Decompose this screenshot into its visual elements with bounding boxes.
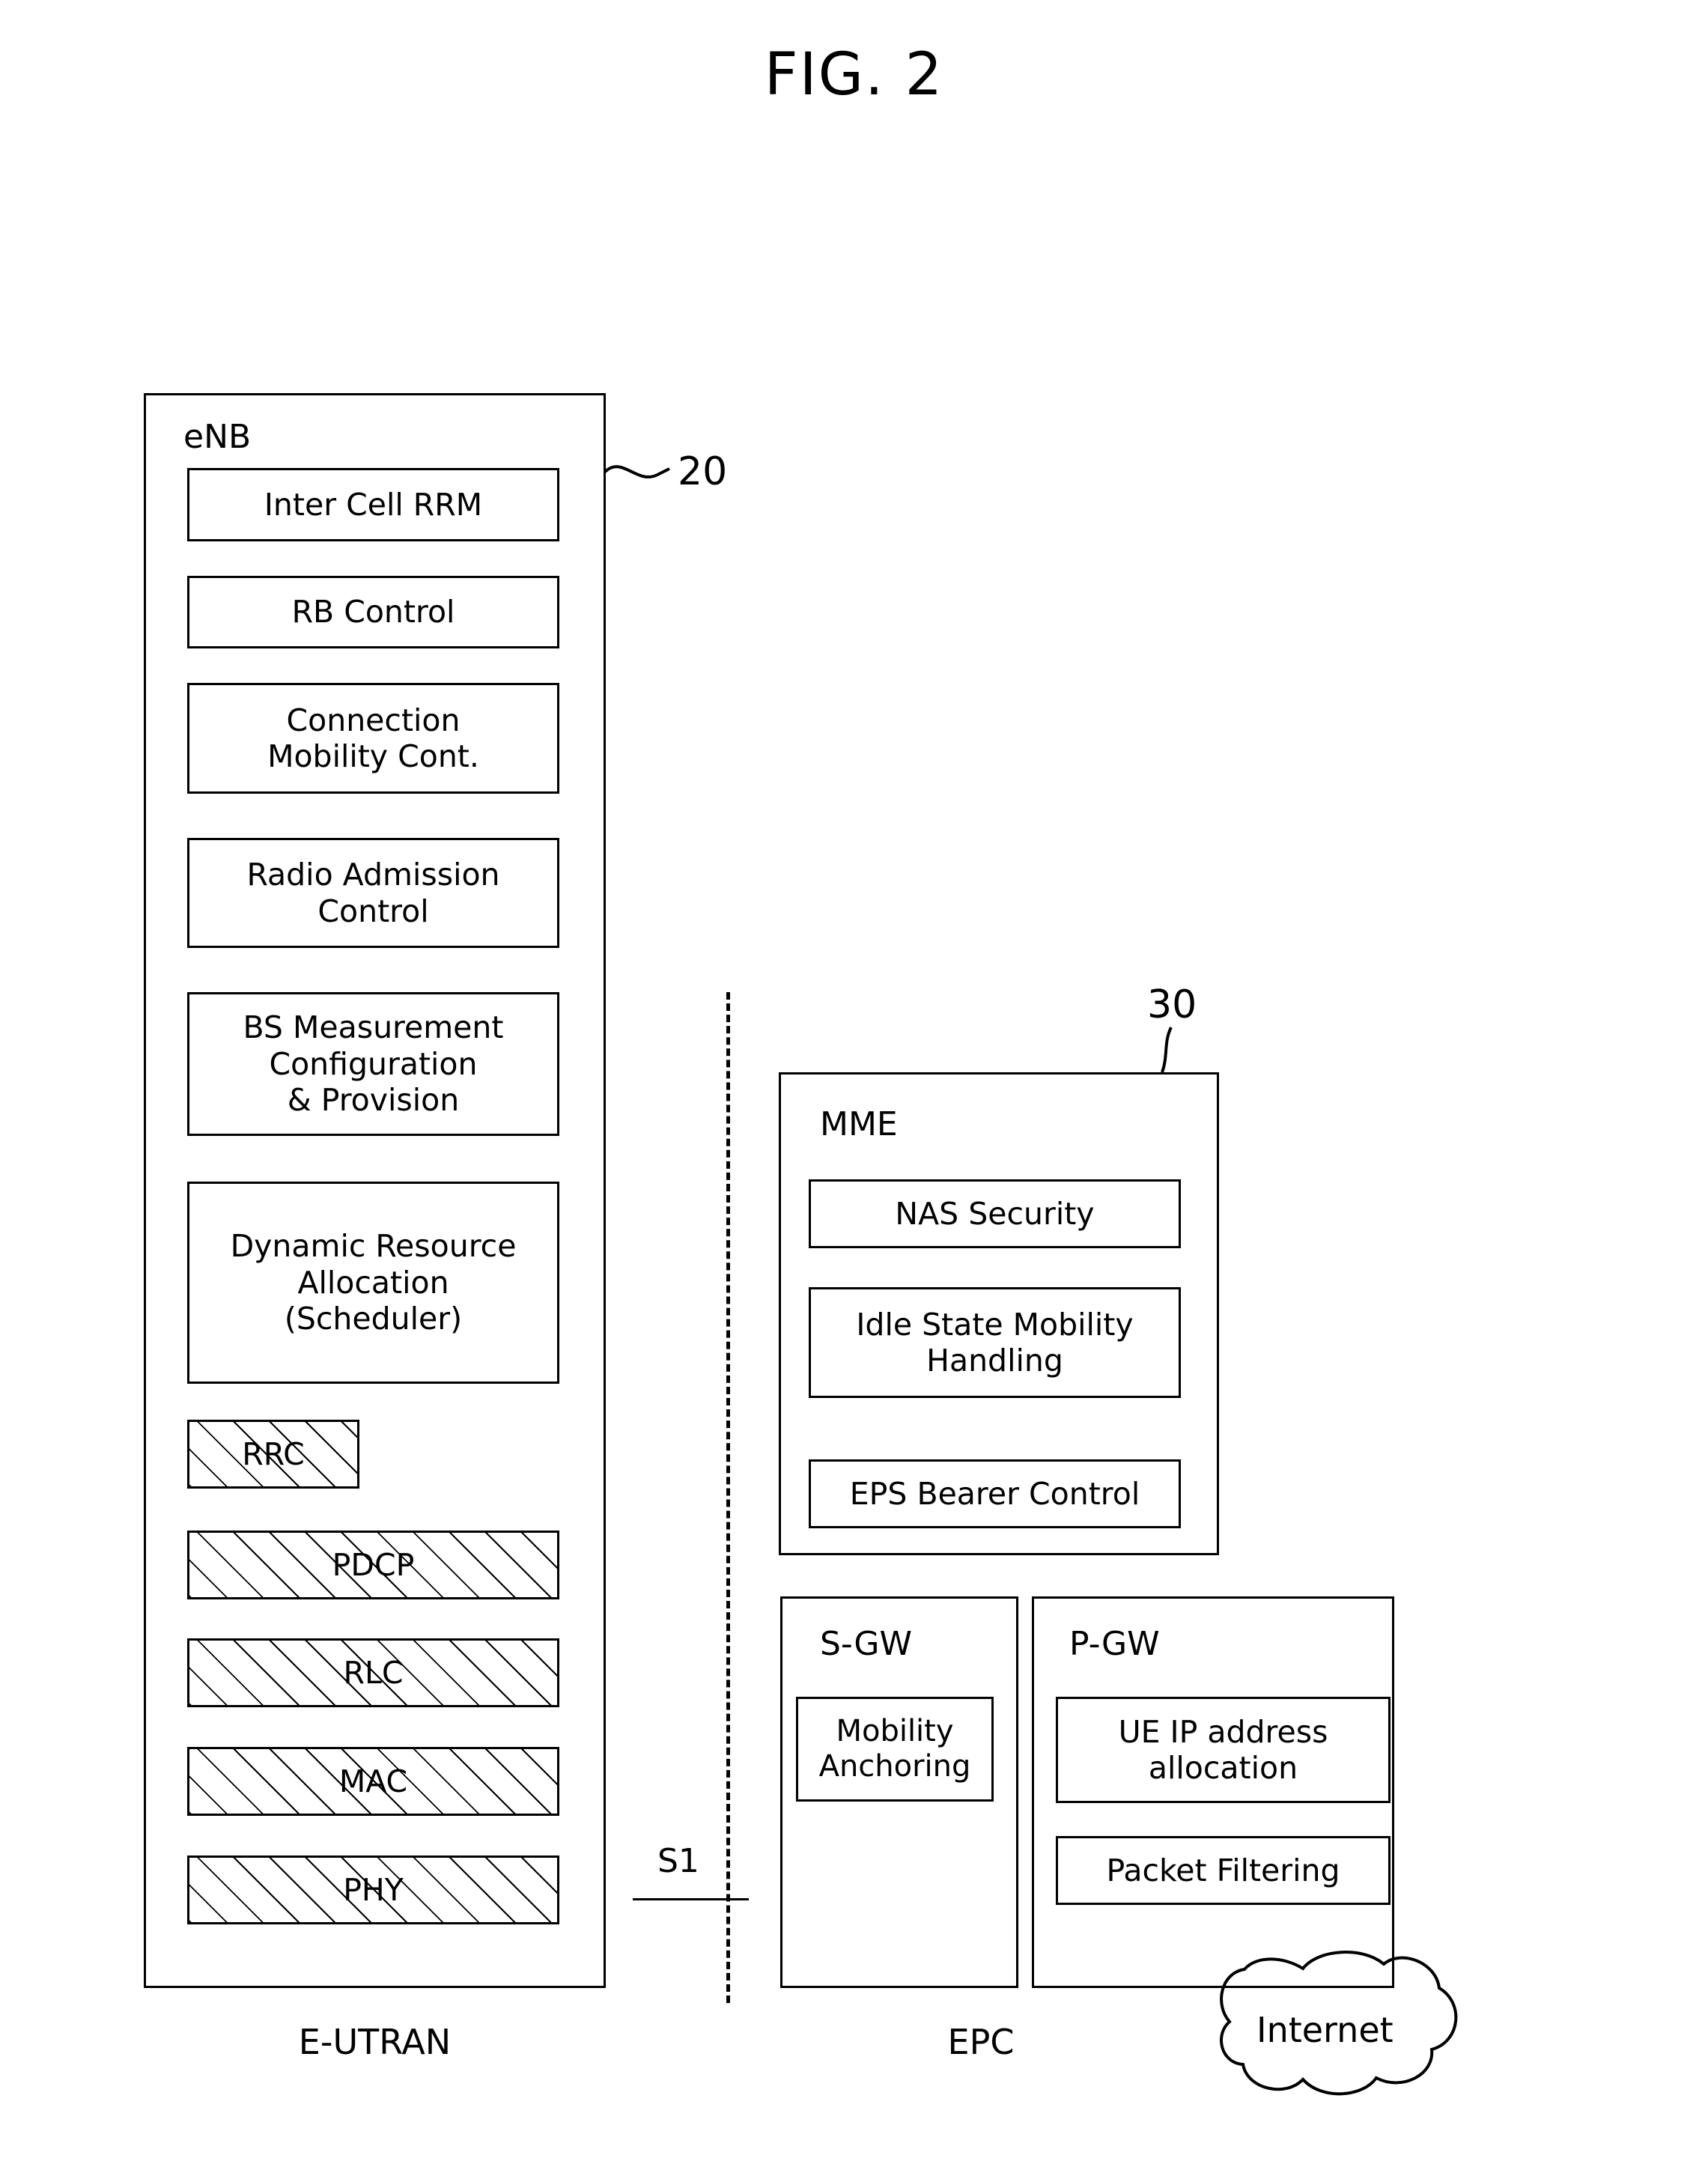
enb-function-dynamic-resource-allocation-scheduler[interactable]: Dynamic Resource Allocation (Scheduler) — [187, 1182, 559, 1384]
enb-layer-pdcp[interactable]: PDCP — [187, 1531, 559, 1599]
s1-interface-label: S1 — [657, 1842, 699, 1880]
enb-layer-rrc[interactable]: RRC — [187, 1420, 359, 1489]
pgw-function-ue-ip-address-allocation[interactable]: UE IP address allocation — [1056, 1697, 1391, 1803]
enb-function-inter-cell-rrm[interactable]: Inter Cell RRM — [187, 468, 559, 541]
internet-label: Internet — [1256, 2010, 1394, 2050]
enb-layer-mac[interactable]: MAC — [187, 1747, 559, 1816]
enb-label: eNB — [183, 418, 252, 456]
sgw-function-mobility-anchoring[interactable]: Mobility Anchoring — [796, 1697, 994, 1802]
mme-function-idle-state-mobility-handling[interactable]: Idle State Mobility Handling — [809, 1287, 1181, 1398]
enb-function-connection-mobility-cont[interactable]: Connection Mobility Cont. — [187, 683, 559, 794]
caption-eutran: E-UTRAN — [298, 2022, 452, 2062]
enb-function-rb-control[interactable]: RB Control — [187, 576, 559, 648]
mme-label: MME — [820, 1105, 898, 1143]
s1-interface-line — [633, 1898, 749, 1900]
figure-title: FIG. 2 — [764, 41, 944, 109]
enb-layer-phy[interactable]: PHY — [187, 1855, 559, 1924]
enb-function-bs-measurement-configuration-provision[interactable]: BS Measurement Configuration & Provision — [187, 992, 559, 1136]
mme-function-nas-security[interactable]: NAS Security — [809, 1179, 1181, 1248]
enb-layer-rlc[interactable]: RLC — [187, 1638, 559, 1707]
reference-numeral-epc: 30 — [1147, 982, 1197, 1027]
reference-numeral-enb: 20 — [678, 449, 728, 494]
sgw-label: S-GW — [820, 1625, 913, 1663]
leader-line-epc — [1161, 1027, 1173, 1073]
eutran-epc-separator — [726, 992, 730, 2003]
enb-function-radio-admission-control[interactable]: Radio Admission Control — [187, 838, 559, 948]
pgw-label: P-GW — [1069, 1625, 1160, 1663]
caption-epc: EPC — [947, 2022, 1015, 2062]
mme-function-eps-bearer-control[interactable]: EPS Bearer Control — [809, 1459, 1181, 1528]
pgw-function-packet-filtering[interactable]: Packet Filtering — [1056, 1836, 1391, 1905]
